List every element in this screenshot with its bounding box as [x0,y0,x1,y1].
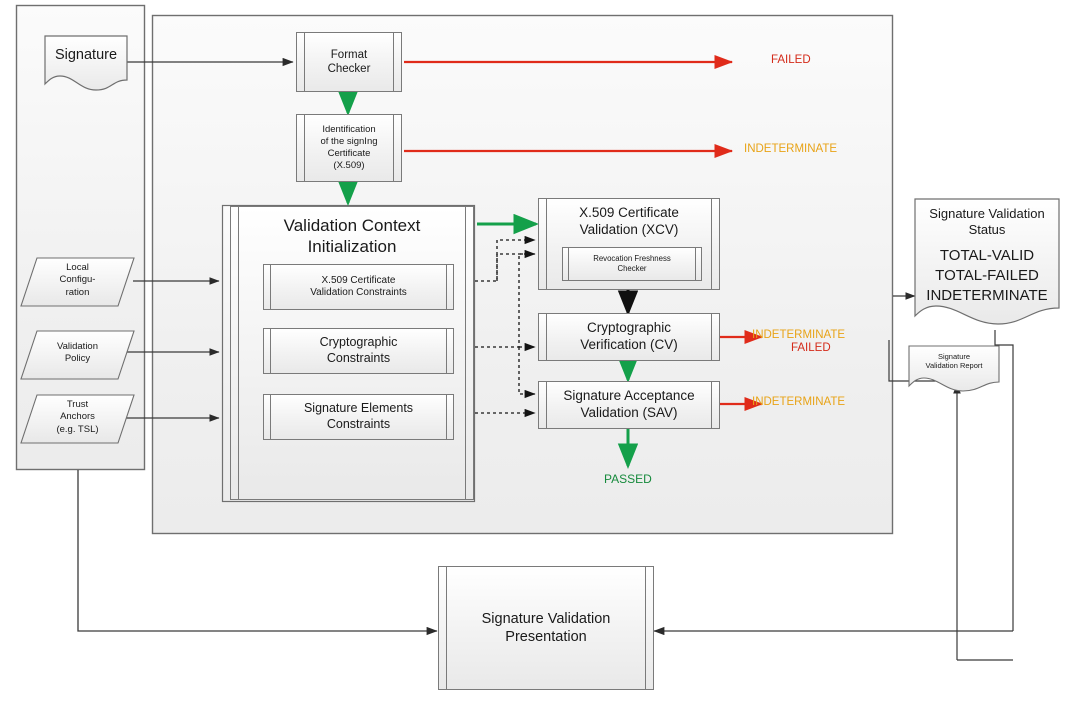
constraint-2-line-1: Signature Elements [303,401,414,416]
identification-line-4: (X.509) [333,159,365,171]
proc-left-bar [231,207,239,499]
constraint-0-line-2: Validation Constraints [310,287,407,298]
cv-line-2: Verification (CV) [580,337,678,352]
identification-line-3: Certificate [327,148,371,159]
local-config-line-2: Configu- [59,274,96,286]
validation-policy-line-2: Policy [64,353,91,365]
sav-process[interactable]: Signature Acceptance Validation (SAV) [538,381,720,429]
proc-left-bar [297,33,305,91]
proc-right-bar [645,567,653,689]
cryptographic-constraints-box[interactable]: Cryptographic Constraints [263,328,454,374]
proc-right-bar [711,199,719,289]
presentation-line-2: Presentation [505,629,587,645]
x509-validation-constraints-box[interactable]: X.509 Certificate Validation Constraints [263,264,454,310]
validation-policy-line-1: Validation [56,341,99,352]
proc-right-bar [695,248,701,280]
proc-left-bar [539,199,547,289]
revocation-line-1: Revocation Freshness [593,254,671,264]
proc-left-bar [264,265,271,309]
constraint-2-line-2: Constraints [326,417,391,431]
identification-line-2: of the signIng [320,136,378,148]
validation-policy-shape: Validation Policy [20,330,135,380]
diagram-canvas: Signature Local Configu- ration Validati… [0,0,1074,708]
status-total-valid: TOTAL-VALID [939,247,1035,264]
proc-left-bar [264,395,271,439]
signature-label: Signature [54,47,118,63]
identification-line-1: Identification [322,124,376,136]
xcv-line-2: Validation (XCV) [579,221,679,237]
trust-anchors-line-3: (e.g. TSL) [56,423,99,435]
cv-failed-label: FAILED [791,342,831,354]
format-checker-process[interactable]: Format Checker [296,32,402,92]
xcv-process[interactable]: X.509 Certificate Validation (XCV) Revoc… [538,198,720,290]
validation-context-line-1: Validation Context [283,216,421,235]
proc-right-bar [446,329,453,373]
identification-signing-certificate-process[interactable]: Identification of the signIng Certificat… [296,114,402,182]
report-line-1: Signature [937,352,971,361]
format-checker-line-1: Format [330,48,368,61]
local-config-line-1: Local [66,262,89,273]
xcv-line-1: X.509 Certificate [579,205,679,220]
signature-elements-constraints-box[interactable]: Signature Elements Constraints [263,394,454,440]
constraint-0-line-1: X.509 Certificate [321,274,396,286]
format-checker-failed-label: FAILED [771,54,811,66]
sav-passed-label: PASSED [604,472,652,486]
cv-line-1: Cryptographic [586,320,672,336]
identification-indeterminate-label: INDETERMINATE [744,143,838,155]
revocation-line-2: Checker [617,264,647,273]
proc-left-bar [297,115,305,181]
proc-right-bar [446,395,453,439]
cv-indeterminate-label: INDETERMINATE [752,329,846,341]
local-configuration-shape: Local Configu- ration [20,257,135,307]
trust-anchors-shape: Trust Anchors (e.g. TSL) [20,394,135,444]
format-checker-line-2: Checker [327,63,371,75]
proc-right-bar [446,265,453,309]
status-title-line-2: Status [968,221,1006,237]
proc-left-bar [539,314,547,360]
proc-right-bar [711,382,719,428]
presentation-line-1: Signature Validation [481,610,611,627]
signature-document: Signature [44,35,128,91]
proc-right-bar [465,207,473,499]
sav-indeterminate-label: INDETERMINATE [752,396,846,408]
signature-validation-status-document: Signature Validation Status TOTAL-VALID … [914,198,1060,328]
constraint-1-line-2: Constraints [326,351,391,365]
proc-left-bar [539,382,547,428]
proc-right-bar [393,115,401,181]
report-line-2: Validation Report [925,361,983,371]
proc-left-bar [264,329,271,373]
signature-validation-report-document: Signature Validation Report [908,345,1000,392]
trust-anchors-line-2: Anchors [60,411,95,423]
cv-process[interactable]: Cryptographic Verification (CV) [538,313,720,361]
trust-anchors-line-1: Trust [66,399,89,410]
validation-context-title: Validation Context Initialization [239,207,465,258]
local-config-line-3: ration [65,286,90,298]
proc-right-bar [711,314,719,360]
validation-context-line-2: Initialization [307,237,397,257]
revocation-freshness-checker-box[interactable]: Revocation Freshness Checker [562,247,702,281]
signature-validation-presentation-process[interactable]: Signature Validation Presentation [438,566,654,690]
sav-line-1: Signature Acceptance [563,388,695,404]
validation-context-initialization-process[interactable]: Validation Context Initialization X.509 … [230,206,474,500]
proc-left-bar [439,567,447,689]
status-total-failed: TOTAL-FAILED [935,267,1039,284]
sav-line-2: Validation (SAV) [580,405,678,420]
constraint-1-line-1: Cryptographic [319,335,398,350]
status-title-line-1: Signature Validation [929,206,1045,221]
status-indeterminate: INDETERMINATE [926,287,1048,304]
proc-right-bar [393,33,401,91]
